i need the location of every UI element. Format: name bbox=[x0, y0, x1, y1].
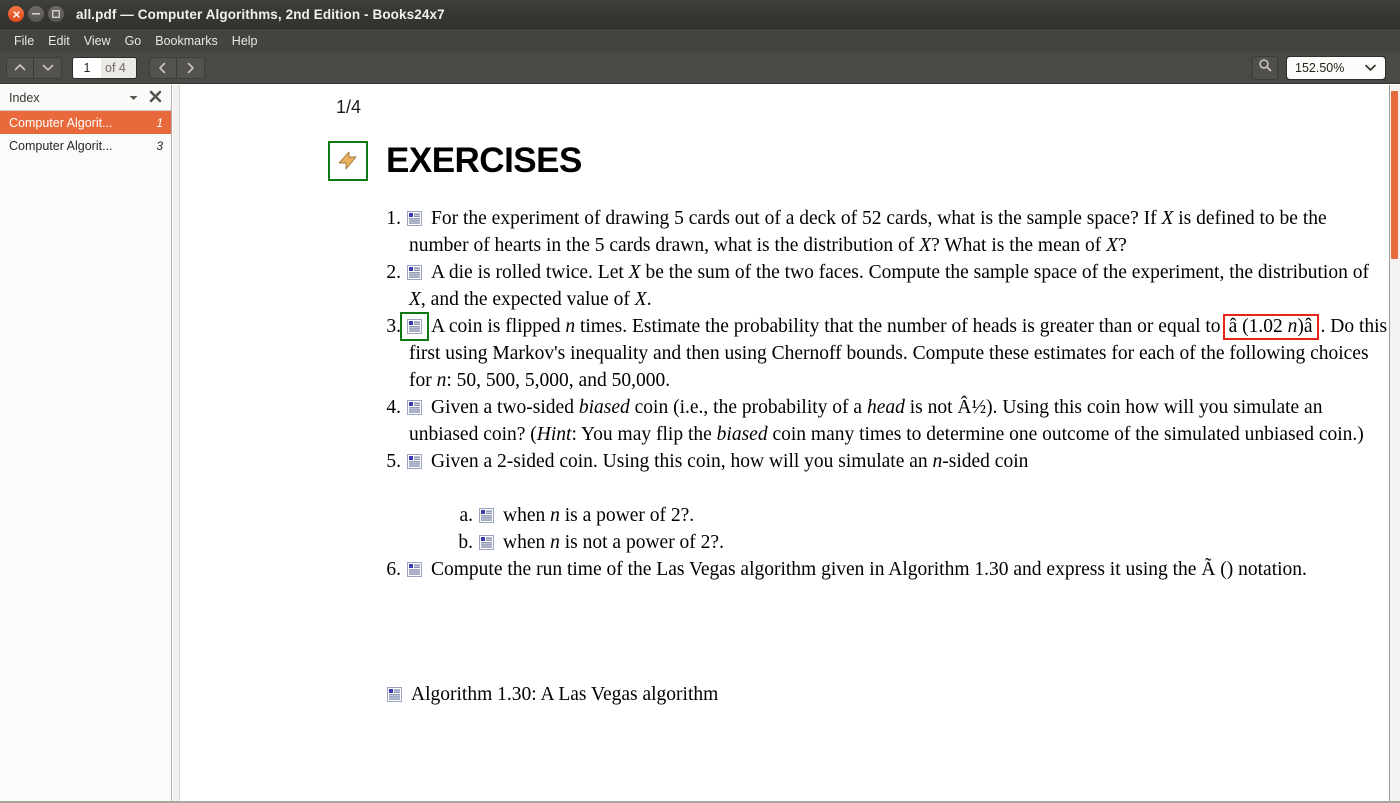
list-item: 4. Given a two-sided biased coin (i.e., … bbox=[181, 394, 1389, 448]
page-gutter bbox=[173, 85, 180, 803]
sidebar-item-computer-algorithms-3[interactable]: Computer Algorit... 3 bbox=[0, 134, 171, 157]
pdf-viewer-window: all.pdf — Computer Algorithms, 2nd Editi… bbox=[0, 0, 1400, 803]
sidebar-item-computer-algorithms-1[interactable]: Computer Algorit... 1 bbox=[0, 111, 171, 134]
list-item-highlighted: 3. A coin is flipped n times. Estimate t… bbox=[181, 312, 1389, 394]
text-placeholder-icon bbox=[407, 562, 422, 577]
page-total-label: of 4 bbox=[101, 57, 136, 78]
list-item-text: Given a 2-sided coin. Using this coin, h… bbox=[431, 451, 1029, 472]
list-item-sub: a. when n is a power of 2?. bbox=[181, 502, 1389, 529]
text-placeholder-icon bbox=[387, 687, 402, 702]
close-icon[interactable] bbox=[146, 90, 165, 105]
go-back-button[interactable] bbox=[148, 56, 177, 79]
next-page-button[interactable] bbox=[34, 56, 62, 79]
menu-bookmarks[interactable]: Bookmarks bbox=[148, 32, 225, 50]
history-nav-group bbox=[148, 56, 205, 79]
page-folio: 1/4 bbox=[336, 97, 362, 117]
chevron-down-icon bbox=[1364, 59, 1377, 77]
sidebar-item-label: Computer Algorit... bbox=[9, 138, 113, 153]
document-view[interactable]: 1/4 EXERCISES 1. For the experiment of d… bbox=[173, 85, 1400, 803]
list-marker: 3. bbox=[386, 316, 401, 337]
sidebar: Index Computer Algorit... 1 Computer Alg… bbox=[0, 85, 172, 803]
algorithm-caption: Algorithm 1.30: A Las Vegas algorithm bbox=[181, 681, 718, 708]
sidebar-header: Index bbox=[0, 85, 171, 111]
caret-down-icon[interactable] bbox=[121, 93, 146, 103]
page-number-field[interactable]: 1 of 4 bbox=[72, 56, 137, 79]
list-item: 5. Given a 2-sided coin. Using this coin… bbox=[181, 448, 1389, 475]
list-item-text-before: A coin is flipped n times. Estimate the … bbox=[431, 316, 1221, 337]
list-item-sub: b. when n is not a power of 2?. bbox=[181, 529, 1389, 556]
page-number-input[interactable]: 1 bbox=[73, 57, 101, 78]
list-item-text: Given a two-sided biased coin (i.e., the… bbox=[409, 397, 1364, 445]
chevron-left-icon bbox=[158, 62, 167, 74]
list-marker: 2. bbox=[386, 262, 401, 283]
lightning-bolt-icon bbox=[328, 141, 368, 181]
menu-go[interactable]: Go bbox=[118, 32, 149, 50]
menu-file[interactable]: File bbox=[7, 32, 41, 50]
page-title: EXERCISES bbox=[386, 141, 582, 180]
list-item: 2. A die is rolled twice. Let X be the s… bbox=[181, 259, 1389, 313]
sidebar-item-page: 1 bbox=[156, 115, 163, 130]
list-item: 6. Compute the run time of the Las Vegas… bbox=[181, 556, 1389, 583]
menu-edit[interactable]: Edit bbox=[41, 32, 77, 50]
list-item-text: A die is rolled twice. Let X be the sum … bbox=[409, 262, 1369, 310]
text-placeholder-icon bbox=[479, 508, 494, 523]
list-marker: 6. bbox=[386, 559, 401, 580]
maximize-window-button[interactable] bbox=[48, 6, 64, 22]
list-marker: 1. bbox=[386, 208, 401, 229]
list-item-text: when n is a power of 2?. bbox=[503, 505, 695, 526]
minimize-window-button[interactable] bbox=[28, 6, 44, 22]
text-placeholder-icon[interactable] bbox=[400, 312, 429, 341]
search-icon bbox=[1258, 58, 1272, 77]
list-item-text: when n is not a power of 2?. bbox=[503, 532, 724, 553]
menu-view[interactable]: View bbox=[77, 32, 118, 50]
sidebar-title: Index bbox=[9, 90, 40, 105]
sidebar-item-label: Computer Algorit... bbox=[9, 115, 113, 130]
text-placeholder-icon bbox=[407, 454, 422, 469]
exercise-list: 1. For the experiment of drawing 5 cards… bbox=[181, 205, 1389, 583]
text-placeholder-icon bbox=[407, 211, 422, 226]
menu-help[interactable]: Help bbox=[225, 32, 265, 50]
chevron-down-icon bbox=[42, 63, 54, 72]
chevron-right-icon bbox=[186, 62, 195, 74]
scrollbar-thumb[interactable] bbox=[1391, 91, 1398, 259]
highlighted-formula[interactable]: â (1.02 n)â bbox=[1222, 314, 1319, 340]
previous-page-button[interactable] bbox=[6, 56, 34, 79]
text-placeholder-icon bbox=[407, 400, 422, 415]
pdf-page: 1/4 EXERCISES 1. For the experiment of d… bbox=[181, 85, 1389, 803]
menu-bar: File Edit View Go Bookmarks Help bbox=[0, 29, 1400, 52]
zoom-level-select[interactable]: 152.50% bbox=[1286, 55, 1386, 80]
window-controls bbox=[8, 6, 64, 22]
close-window-button[interactable] bbox=[8, 6, 24, 22]
list-marker: 4. bbox=[386, 397, 401, 418]
search-button[interactable] bbox=[1252, 55, 1278, 80]
window-title: all.pdf — Computer Algorithms, 2nd Editi… bbox=[76, 6, 445, 22]
list-item-text: Compute the run time of the Las Vegas al… bbox=[431, 559, 1307, 580]
section-heading-row: EXERCISES bbox=[328, 141, 582, 181]
zoom-level-value: 152.50% bbox=[1295, 60, 1345, 75]
list-item-text: For the experiment of drawing 5 cards ou… bbox=[409, 208, 1327, 256]
sidebar-item-page: 3 bbox=[156, 138, 163, 153]
vertical-scrollbar[interactable] bbox=[1389, 85, 1400, 803]
algorithm-caption-text: Algorithm 1.30: A Las Vegas algorithm bbox=[411, 684, 719, 705]
list-marker: b. bbox=[458, 532, 473, 553]
toolbar: 1 of 4 152.50% bbox=[0, 52, 1400, 84]
list-marker: a. bbox=[459, 505, 473, 526]
go-forward-button[interactable] bbox=[176, 56, 205, 79]
list-marker: 5. bbox=[386, 451, 401, 472]
title-bar: all.pdf — Computer Algorithms, 2nd Editi… bbox=[0, 0, 1400, 29]
text-placeholder-icon bbox=[479, 535, 494, 550]
chevron-up-icon bbox=[14, 63, 26, 72]
page-step-group bbox=[6, 56, 62, 79]
text-placeholder-icon bbox=[407, 265, 422, 280]
list-item: 1. For the experiment of drawing 5 cards… bbox=[181, 205, 1389, 259]
